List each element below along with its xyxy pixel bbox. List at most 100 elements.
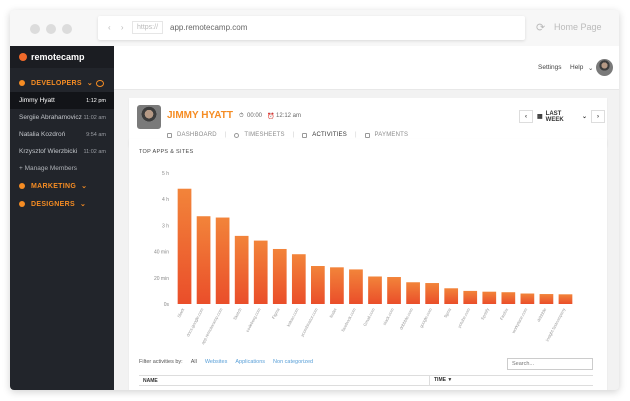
tab-label: PAYMENTS <box>374 132 409 138</box>
duration-value: 00:00 <box>247 113 263 119</box>
y-tick-label: 0s <box>164 302 170 308</box>
group-label: DESIGNERS <box>31 200 75 208</box>
member-name: Natalia Kozdroń <box>19 131 66 138</box>
x-tick-label: app.remotecamp.com <box>200 307 224 346</box>
activities-card: TOP APPS & SITES 5 h4 h3 h 40 min 20 min 0s… <box>129 139 607 390</box>
bar-12[interactable] <box>406 282 420 304</box>
filter-all[interactable]: All <box>191 359 197 365</box>
y-tick-label: 5 h <box>162 171 169 177</box>
back-forward-icon[interactable]: ‹ › <box>108 23 128 32</box>
bar-16[interactable] <box>482 291 497 304</box>
chevron-down-icon[interactable]: ⌄ <box>588 64 593 72</box>
x-tick-label: Gmail.com <box>362 307 376 327</box>
clock-icon <box>234 132 240 138</box>
logo-text: remotecamp <box>31 52 85 62</box>
y-tick-label: 20 min <box>154 276 169 282</box>
group-marketing[interactable]: MARKETING ⌄ <box>10 177 114 195</box>
window-minimize-dot[interactable] <box>46 24 56 34</box>
tab-timesheets[interactable]: TIMESHEETS <box>234 132 285 138</box>
sidebar-member-natalia[interactable]: Natalia Kozdroń 9:54 am <box>10 126 114 143</box>
tab-separator: | <box>224 132 227 138</box>
clock-icon: ⏰ <box>267 114 275 120</box>
filter-non-categorized[interactable]: Non categorized <box>273 359 313 365</box>
sidebar-member-krzysztof[interactable]: Krzysztof Wierzbicki 11:02 am <box>10 143 114 160</box>
bar-14[interactable] <box>444 288 459 304</box>
x-tick-label: Figma <box>271 307 281 320</box>
next-period-button[interactable]: › <box>591 110 605 123</box>
sidebar-member-sergiie[interactable]: Sergiie Abrahamovicz 11:02 am <box>10 109 114 126</box>
sidebar-member-jimmy-hyatt[interactable]: Jimmy Hyatt 1:12 pm <box>10 92 114 109</box>
card-icon <box>364 132 370 138</box>
manage-members-link[interactable]: + Manage Members <box>10 160 114 177</box>
chevron-down-icon: ⌄ <box>79 201 87 208</box>
local-time: 12:12 am <box>276 113 302 119</box>
window-maximize-dot[interactable] <box>62 24 72 34</box>
x-tick-label: yotube.com <box>457 307 472 329</box>
help-link[interactable]: Help <box>570 64 583 71</box>
x-tick-label: ycombinator.com <box>299 307 319 338</box>
alarm-icon[interactable] <box>96 79 104 87</box>
app-logo[interactable]: remotecamp <box>10 46 114 68</box>
bar-0[interactable] <box>177 188 192 304</box>
bar-15[interactable] <box>463 290 478 304</box>
bar-20[interactable] <box>558 294 573 304</box>
url-text[interactable]: app.remotecamp.com <box>170 23 247 32</box>
window-close-dot[interactable] <box>30 24 40 34</box>
bar-3[interactable] <box>234 235 249 304</box>
user-icon <box>19 80 25 86</box>
bar-9[interactable] <box>349 269 363 304</box>
bar-5[interactable] <box>272 248 287 304</box>
group-label: MARKETING <box>31 182 77 190</box>
bar-8[interactable] <box>330 267 344 304</box>
previous-period-button[interactable]: ‹ <box>519 110 533 123</box>
tab-dashboard[interactable]: DASHBOARD <box>167 132 217 138</box>
filter-websites[interactable]: Websites <box>205 359 228 365</box>
y-tick-label: 4 h <box>162 197 169 203</box>
bar-17[interactable] <box>501 292 516 304</box>
filter-applications[interactable]: Applications <box>235 359 265 365</box>
sidebar: remotecamp DEVELOPERS ⌄ Jimmy Hyatt 1:12… <box>10 46 114 390</box>
top-apps-chart: 5 h 4 h 3 h 40 min 20 min 0s Slack docs.google… <box>154 171 573 346</box>
user-icon <box>19 183 25 189</box>
bar-10[interactable] <box>368 276 382 304</box>
search-input[interactable] <box>507 358 593 370</box>
bar-7[interactable] <box>311 266 325 304</box>
activity-table-header: NAME TIME ▼ <box>139 375 593 386</box>
bar-4[interactable] <box>253 240 268 304</box>
address-bar[interactable]: ‹ › https:// app.remotecamp.com <box>98 16 525 40</box>
chevron-down-icon: ⌄ <box>581 114 587 120</box>
settings-link[interactable]: Settings <box>538 64 562 71</box>
x-tick-label: slack.com <box>382 307 395 326</box>
bar-2[interactable] <box>215 217 230 304</box>
user-name: JIMMY HYATT <box>167 110 233 121</box>
member-time: 11:02 am <box>83 148 106 155</box>
tab-activities[interactable]: ACTIVITIES <box>302 132 347 138</box>
x-tick-label: dribbble <box>536 307 548 323</box>
x-tick-label: Spotify <box>480 306 491 320</box>
x-tick-label: workplace.com <box>511 307 529 334</box>
tab-payments[interactable]: PAYMENTS <box>364 132 409 138</box>
bar-13[interactable] <box>425 283 439 304</box>
column-name[interactable]: NAME <box>143 378 158 384</box>
home-page-link[interactable]: Home Page <box>554 22 602 32</box>
bar-11[interactable] <box>387 277 401 304</box>
group-designers[interactable]: DESIGNERS ⌄ <box>10 195 114 213</box>
browser-toolbar: ‹ › https:// app.remotecamp.com ⟳ Home P… <box>10 10 619 46</box>
group-developers[interactable]: DEVELOPERS ⌄ <box>10 74 114 92</box>
x-tick-label: finder <box>328 307 338 319</box>
column-time[interactable]: TIME ▼ <box>429 376 452 385</box>
monitor-icon <box>302 132 308 138</box>
bar-19[interactable] <box>539 294 554 304</box>
bar-18[interactable] <box>520 293 535 304</box>
account-avatar[interactable] <box>596 59 613 76</box>
y-tick-label: 40 min <box>154 250 169 256</box>
x-tick-label: Slack <box>176 306 186 318</box>
bar-1[interactable] <box>196 216 211 304</box>
x-tick-label: kakao.com <box>286 307 300 328</box>
duration-icon: ⏱ <box>239 113 244 119</box>
bar-6[interactable] <box>291 254 306 304</box>
x-tick-label: Firefox <box>499 306 510 320</box>
period-select[interactable]: ▦ LAST WEEK ⌄ <box>537 110 587 123</box>
period-label: LAST WEEK <box>545 110 564 123</box>
reload-icon[interactable]: ⟳ <box>536 21 545 34</box>
